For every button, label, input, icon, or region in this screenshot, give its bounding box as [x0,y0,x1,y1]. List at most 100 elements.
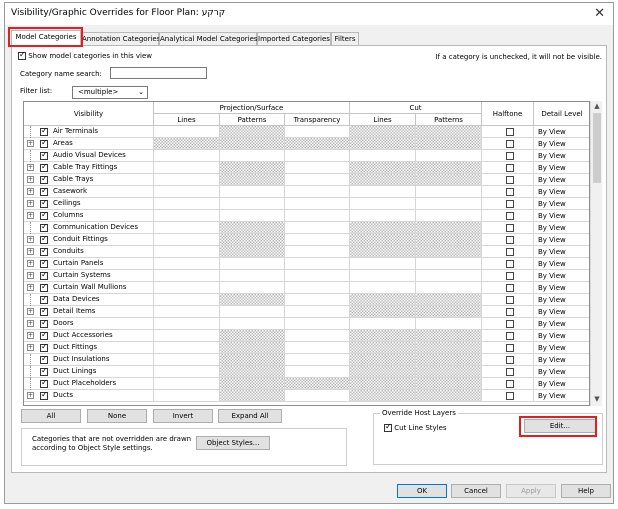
category-visibility-checkbox[interactable] [40,198,48,208]
table-row[interactable]: Audio Visual Devices By View [24,150,589,162]
projection-transparency-cell[interactable] [285,258,350,270]
projection-lines-cell[interactable] [154,162,220,174]
halftone-checkbox[interactable] [506,152,514,160]
close-icon[interactable]: ✕ [594,6,605,21]
halftone-checkbox[interactable] [506,224,514,232]
detail-level-cell[interactable]: By View [534,378,589,390]
projection-lines-cell[interactable] [154,342,220,354]
expand-icon[interactable]: + [27,308,34,315]
category-visibility-checkbox[interactable] [40,354,48,364]
projection-lines-cell[interactable] [154,270,220,282]
category-visibility-checkbox[interactable] [40,390,48,400]
expand-icon[interactable]: + [27,164,34,171]
category-visibility-checkbox[interactable] [40,306,48,316]
projection-lines-cell[interactable] [154,330,220,342]
table-vertical-scrollbar[interactable]: ▲ ▼ [590,101,602,406]
category-visibility-checkbox[interactable] [40,342,48,352]
table-row[interactable]: + Columns By View [24,210,589,222]
cut-patterns-cell[interactable] [416,210,482,222]
detail-level-cell[interactable]: By View [534,162,589,174]
category-visibility-checkbox[interactable] [40,270,48,280]
projection-transparency-cell[interactable] [285,126,350,138]
none-button[interactable]: None [87,409,147,423]
cut-patterns-cell[interactable] [416,318,482,330]
cut-lines-cell[interactable] [350,258,416,270]
cut-patterns-cell[interactable] [416,234,482,246]
cut-patterns-cell[interactable] [416,150,482,162]
help-button[interactable]: Help [561,484,611,498]
projection-patterns-cell[interactable] [220,306,285,318]
table-row[interactable]: + Curtain Systems By View [24,270,589,282]
halftone-checkbox[interactable] [506,212,514,220]
detail-level-cell[interactable]: By View [534,258,589,270]
category-visibility-checkbox[interactable] [40,258,48,268]
category-visibility-checkbox[interactable] [40,150,48,160]
table-row[interactable]: Duct Insulations By View [24,354,589,366]
detail-level-cell[interactable]: By View [534,138,589,150]
projection-patterns-cell[interactable] [220,378,285,390]
filter-list-dropdown[interactable]: <multiple> ⌄ [72,86,148,99]
projection-patterns-cell[interactable] [220,198,285,210]
expand-all-button[interactable]: Expand All [218,409,282,423]
table-row[interactable]: + Casework By View [24,186,589,198]
invert-button[interactable]: Invert [153,409,213,423]
halftone-checkbox[interactable] [506,176,514,184]
projection-transparency-cell[interactable] [285,378,350,390]
halftone-checkbox[interactable] [506,200,514,208]
halftone-checkbox[interactable] [506,140,514,148]
all-button[interactable]: All [21,409,81,423]
halftone-checkbox[interactable] [506,296,514,304]
projection-lines-cell[interactable] [154,354,220,366]
cut-lines-cell[interactable] [350,198,416,210]
apply-button[interactable]: Apply [506,484,556,498]
expand-icon[interactable]: + [27,392,34,399]
cut-lines-cell[interactable] [350,330,416,342]
expand-icon[interactable]: + [27,344,34,351]
table-row[interactable]: + Duct Accessories By View [24,330,589,342]
projection-patterns-cell[interactable] [220,282,285,294]
projection-patterns-cell[interactable] [220,234,285,246]
projection-transparency-cell[interactable] [285,198,350,210]
table-row[interactable]: + Ceilings By View [24,198,589,210]
cut-patterns-cell[interactable] [416,246,482,258]
table-row[interactable]: + Doors By View [24,318,589,330]
projection-lines-cell[interactable] [154,234,220,246]
halftone-checkbox[interactable] [506,320,514,328]
header-halftone[interactable]: Halftone [482,102,534,126]
projection-patterns-cell[interactable] [220,354,285,366]
projection-patterns-cell[interactable] [220,138,285,150]
projection-transparency-cell[interactable] [285,366,350,378]
halftone-checkbox[interactable] [506,248,514,256]
projection-lines-cell[interactable] [154,222,220,234]
cut-patterns-cell[interactable] [416,186,482,198]
cut-patterns-cell[interactable] [416,390,482,402]
cut-lines-cell[interactable] [350,222,416,234]
show-categories-row[interactable]: Show model categories in this view [18,50,152,60]
category-visibility-checkbox[interactable] [40,210,48,220]
category-visibility-checkbox[interactable] [40,138,48,148]
cut-patterns-cell[interactable] [416,138,482,150]
category-visibility-checkbox[interactable] [40,234,48,244]
projection-transparency-cell[interactable] [285,246,350,258]
category-visibility-checkbox[interactable] [40,246,48,256]
object-styles-button[interactable]: Object Styles... [196,436,270,450]
category-visibility-checkbox[interactable] [40,294,48,304]
projection-transparency-cell[interactable] [285,210,350,222]
header-cut-lines[interactable]: Lines [350,114,416,126]
projection-lines-cell[interactable] [154,246,220,258]
cut-patterns-cell[interactable] [416,222,482,234]
category-visibility-checkbox[interactable] [40,162,48,172]
expand-icon[interactable]: + [27,200,34,207]
projection-lines-cell[interactable] [154,198,220,210]
cut-patterns-cell[interactable] [416,258,482,270]
projection-lines-cell[interactable] [154,210,220,222]
detail-level-cell[interactable]: By View [534,186,589,198]
cut-lines-cell[interactable] [350,342,416,354]
cut-lines-cell[interactable] [350,306,416,318]
projection-transparency-cell[interactable] [285,270,350,282]
header-detail-level[interactable]: Detail Level [534,102,589,126]
projection-transparency-cell[interactable] [285,342,350,354]
cut-patterns-cell[interactable] [416,198,482,210]
projection-patterns-cell[interactable] [220,186,285,198]
halftone-checkbox[interactable] [506,368,514,376]
